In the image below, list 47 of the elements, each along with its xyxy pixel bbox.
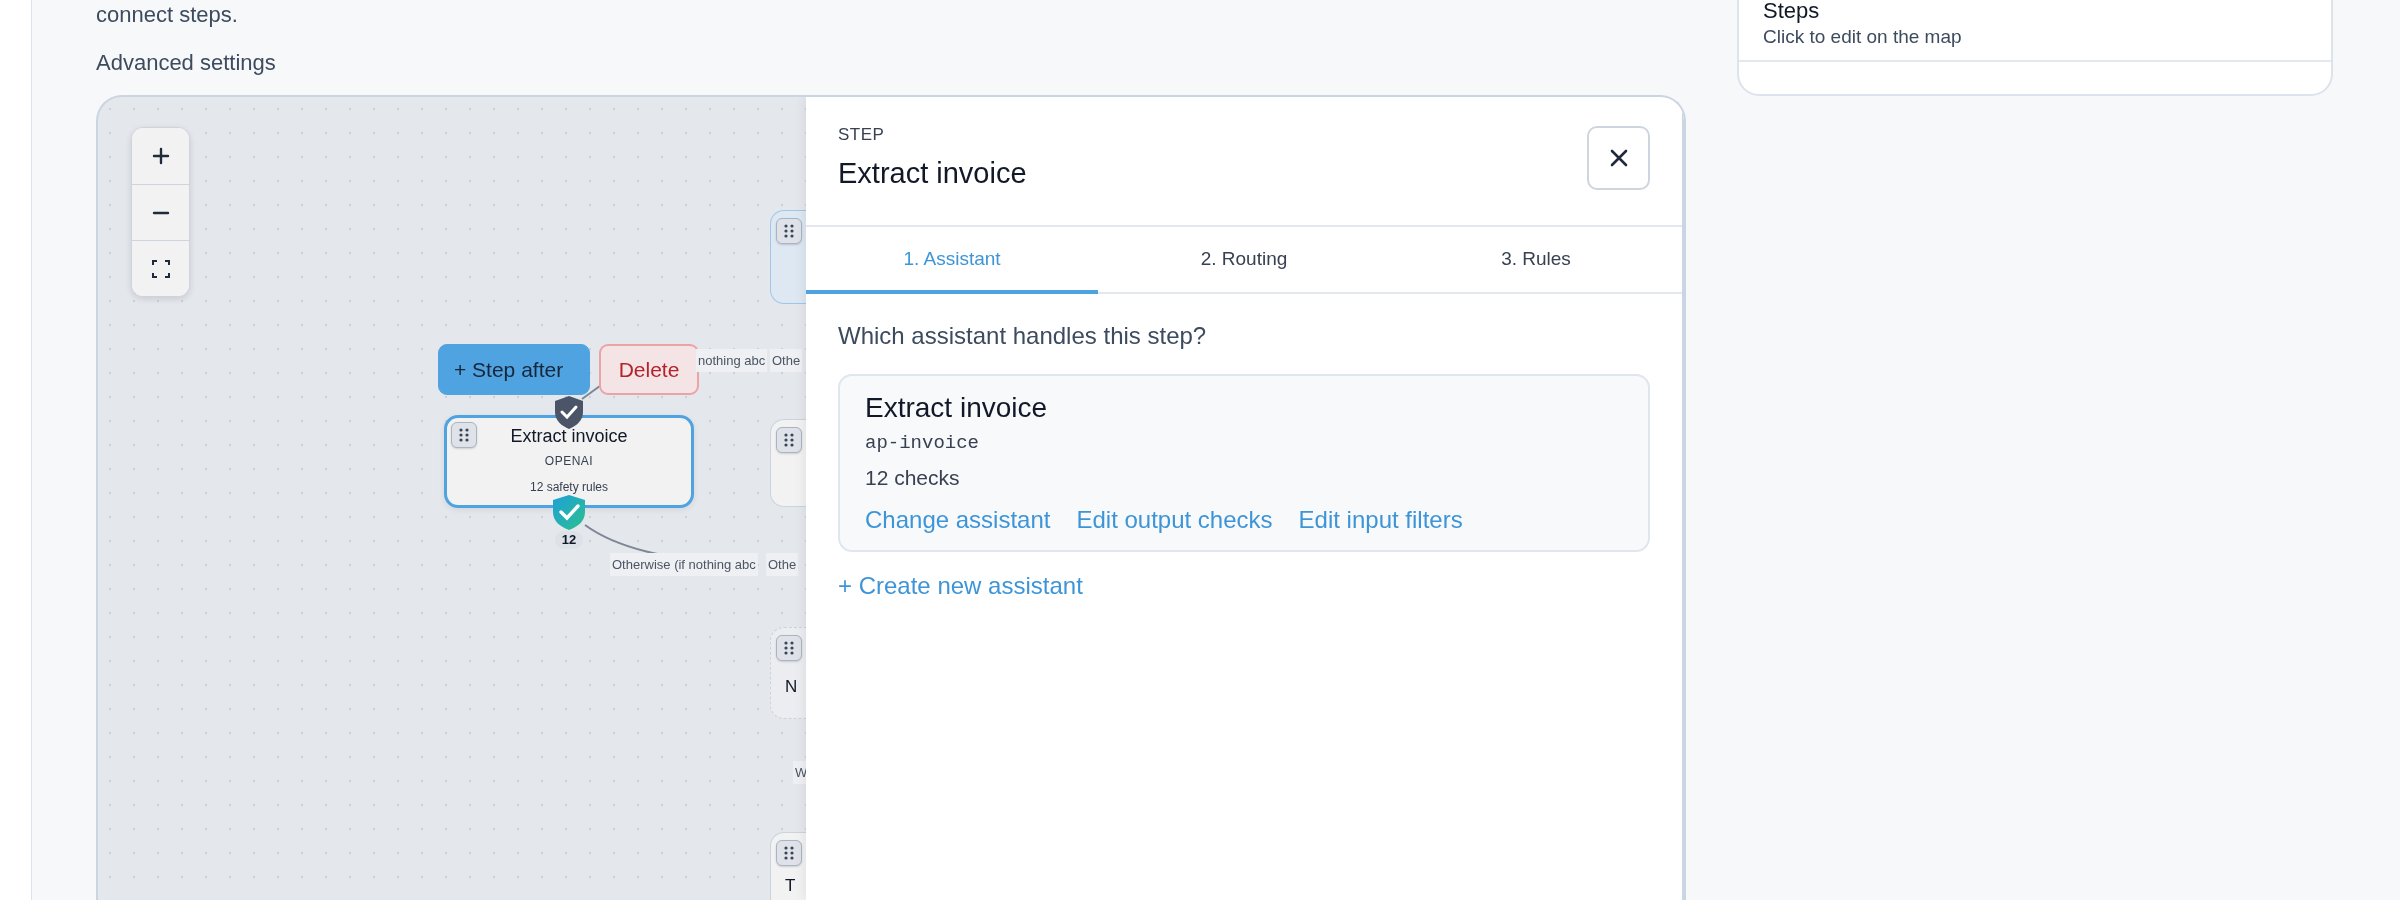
node-provider: OPENAI bbox=[543, 454, 595, 468]
drag-handle[interactable] bbox=[776, 218, 802, 244]
node-rules: 12 safety rules bbox=[528, 480, 609, 494]
tab[interactable]: 3. Rules bbox=[1390, 227, 1682, 294]
edge-label: Othe bbox=[766, 553, 799, 576]
grip-icon bbox=[783, 640, 795, 656]
close-button[interactable] bbox=[1587, 126, 1650, 190]
grip-icon bbox=[783, 223, 795, 239]
action-link[interactable]: Edit input filters bbox=[1298, 506, 1463, 534]
section-label: Advanced settings bbox=[96, 49, 277, 77]
fullscreen-icon bbox=[151, 259, 170, 278]
plus-icon bbox=[151, 147, 170, 165]
delete-button[interactable]: Delete bbox=[599, 344, 699, 395]
minus-icon bbox=[151, 210, 170, 215]
edge-label: nothing abc bbox=[696, 349, 768, 372]
create-assistant-link[interactable]: + Create new assistant bbox=[838, 572, 1083, 600]
edge-label: Otherwise (if nothing abc bbox=[610, 553, 758, 576]
assistant-slug: ap-invoice bbox=[865, 432, 981, 454]
card-title: Steps bbox=[1762, 0, 1821, 22]
card-subtitle: Click to edit on the map bbox=[1762, 25, 1963, 49]
node-title: T bbox=[785, 877, 796, 895]
grip-icon bbox=[458, 427, 470, 443]
drag-handle[interactable] bbox=[776, 635, 802, 661]
panel-title: Extract invoice bbox=[838, 157, 1027, 190]
grip-icon bbox=[783, 845, 795, 861]
panel-eyebrow: STEP bbox=[838, 125, 885, 145]
checks-count: 12 checks bbox=[865, 466, 961, 490]
edge-label: Othe bbox=[770, 349, 803, 372]
action-link[interactable]: Edit output checks bbox=[1076, 506, 1273, 534]
question-text: Which assistant handles this step? bbox=[838, 322, 1208, 350]
drag-handle[interactable] bbox=[776, 427, 802, 453]
description-text: connect steps. bbox=[96, 1, 239, 29]
step-after-button[interactable]: + Step after bbox=[438, 344, 590, 395]
close-icon bbox=[1609, 149, 1628, 167]
tab[interactable]: 1. Assistant bbox=[806, 227, 1098, 294]
drag-handle[interactable] bbox=[776, 840, 802, 866]
node-title: N bbox=[785, 678, 798, 696]
assistant-name: Extract invoice bbox=[865, 392, 1049, 424]
shield-check-icon bbox=[554, 395, 584, 430]
shield-check-icon bbox=[552, 494, 586, 531]
step-node[interactable]: Extract invoice OPENAI 12 safety rules bbox=[444, 415, 694, 508]
tab[interactable]: 2. Routing bbox=[1098, 227, 1390, 294]
action-link[interactable]: Change assistant bbox=[865, 506, 1051, 534]
rule-count-badge: 12 bbox=[555, 531, 583, 549]
drag-handle[interactable] bbox=[451, 422, 477, 448]
node-title: Extract invoice bbox=[509, 426, 629, 447]
grip-icon bbox=[783, 432, 795, 448]
